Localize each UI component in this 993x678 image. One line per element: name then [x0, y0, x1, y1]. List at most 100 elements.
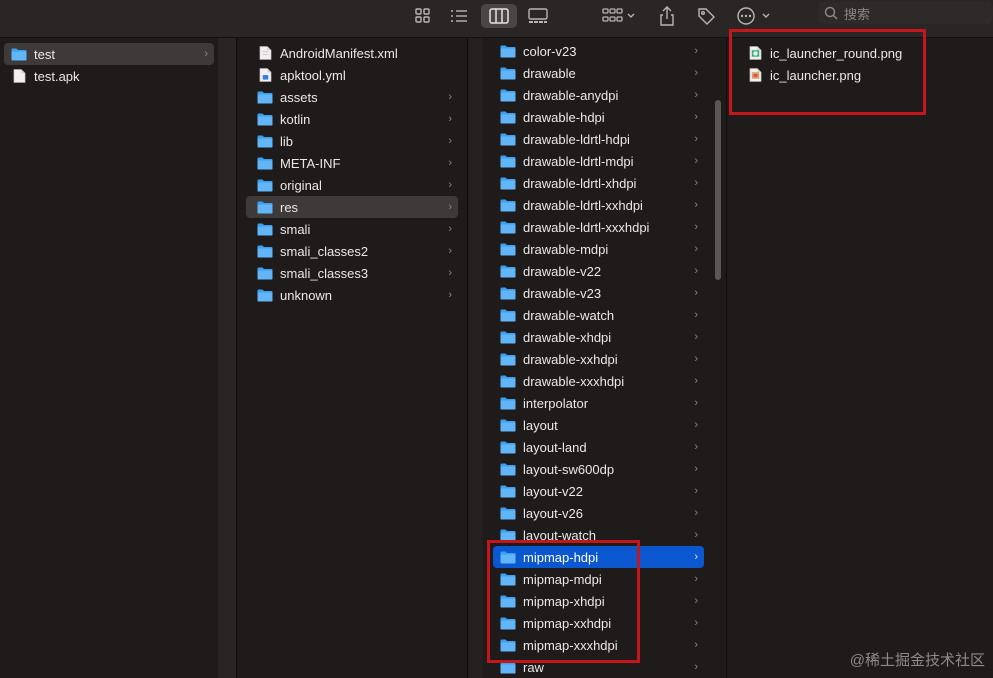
column3-item-label: mipmap-mdpi: [523, 571, 602, 587]
chevron-right-icon: ›: [204, 48, 208, 60]
column2-item[interactable]: AndroidManifest.xml: [246, 42, 458, 64]
column2-item[interactable]: lib ›: [246, 130, 458, 152]
share-icon: [660, 6, 674, 26]
column3-item[interactable]: mipmap-mdpi ›: [493, 568, 704, 590]
column4-item[interactable]: ic_launcher_round.png: [742, 42, 942, 64]
chevron-right-icon: ›: [694, 89, 698, 101]
column3-item[interactable]: layout-sw600dp ›: [493, 458, 704, 480]
column2-item[interactable]: apktool.yml: [246, 64, 458, 86]
column3-item[interactable]: layout ›: [493, 414, 704, 436]
column2-item-label: unknown: [280, 287, 333, 303]
column3-item[interactable]: drawable-v23 ›: [493, 282, 704, 304]
column4-item[interactable]: ic_launcher.png: [742, 64, 942, 86]
column3-item[interactable]: mipmap-xhdpi ›: [493, 590, 704, 612]
icon-view-button[interactable]: [410, 4, 436, 28]
folder-icon: [11, 48, 27, 60]
column-view-button[interactable]: [481, 4, 517, 28]
column3-item[interactable]: drawable-ldrtl-mdpi ›: [493, 150, 704, 172]
column3-item[interactable]: drawable-anydpi ›: [493, 84, 704, 106]
share-button[interactable]: [654, 4, 680, 28]
folder-icon: [500, 419, 516, 431]
folder-icon: [499, 373, 517, 389]
column3-item[interactable]: drawable-ldrtl-xhdpi ›: [493, 172, 704, 194]
column2-item[interactable]: smali_classes2 ›: [246, 240, 458, 262]
folder-icon: [499, 197, 517, 213]
folder-icon: [500, 265, 516, 277]
folder-icon: [499, 637, 517, 653]
column3-item-label: color-v23: [523, 43, 577, 59]
column2-item[interactable]: kotlin ›: [246, 108, 458, 130]
column2-item[interactable]: META-INF ›: [246, 152, 458, 174]
column3-item[interactable]: layout-v22 ›: [493, 480, 704, 502]
column3-item[interactable]: drawable-ldrtl-xxhdpi ›: [493, 194, 704, 216]
column2-item[interactable]: res ›: [246, 196, 458, 218]
column3-item-label: drawable-v23: [523, 285, 602, 301]
column2-item[interactable]: unknown ›: [246, 284, 458, 306]
column3-item[interactable]: mipmap-xxxhdpi ›: [493, 634, 704, 656]
column-res-scrollbar[interactable]: [715, 100, 721, 280]
column3-item[interactable]: layout-v26 ›: [493, 502, 704, 524]
chevron-right-icon: ›: [694, 529, 698, 541]
sidebar-item-label: test.apk: [34, 68, 80, 84]
column3-item[interactable]: drawable-xhdpi ›: [493, 326, 704, 348]
column3-item-label: mipmap-xhdpi: [523, 593, 605, 609]
more-actions-button[interactable]: [734, 4, 774, 28]
column3-item-label: raw: [523, 659, 544, 675]
folder-icon: [499, 417, 517, 433]
folder-icon: [500, 67, 516, 79]
chevron-right-icon: ›: [694, 199, 698, 211]
column3-item[interactable]: mipmap-xxhdpi ›: [493, 612, 704, 634]
column-view-icon: [489, 8, 509, 24]
gallery-view-icon: [528, 8, 548, 23]
gallery-view-button[interactable]: [524, 4, 552, 28]
column3-item[interactable]: layout-watch ›: [493, 524, 704, 546]
sidebar-item-label: test: [34, 46, 55, 62]
column3-item[interactable]: raw ›: [493, 656, 704, 678]
column3-item[interactable]: drawable-xxhdpi ›: [493, 348, 704, 370]
list-view-button[interactable]: [446, 4, 472, 28]
column3-item[interactable]: drawable-ldrtl-xxxhdpi ›: [493, 216, 704, 238]
folder-icon: [499, 263, 517, 279]
folder-icon: [10, 46, 28, 62]
column2-item[interactable]: smali_classes3 ›: [246, 262, 458, 284]
list-view-icon: [451, 10, 467, 22]
column3-item[interactable]: drawable-ldrtl-hdpi ›: [493, 128, 704, 150]
search-field[interactable]: 搜索: [818, 2, 993, 24]
tag-button[interactable]: [692, 4, 720, 28]
file-icon: [746, 45, 764, 61]
column3-item[interactable]: color-v23 ›: [493, 40, 704, 62]
column3-item[interactable]: drawable-mdpi ›: [493, 238, 704, 260]
column3-item[interactable]: interpolator ›: [493, 392, 704, 414]
folder-icon: [499, 351, 517, 367]
folder-icon: [500, 45, 516, 57]
column3-item[interactable]: drawable-watch ›: [493, 304, 704, 326]
column3-item-label: mipmap-xxxhdpi: [523, 637, 618, 653]
chevron-right-icon: ›: [448, 245, 452, 257]
png-round-file-icon: [749, 46, 761, 60]
column3-item[interactable]: drawable-xxxhdpi ›: [493, 370, 704, 392]
column3-item[interactable]: layout-land ›: [493, 436, 704, 458]
column3-item-label: drawable-ldrtl-mdpi: [523, 153, 634, 169]
column2-item[interactable]: assets ›: [246, 86, 458, 108]
column2-item-label: lib: [280, 133, 294, 149]
column3-item[interactable]: drawable ›: [493, 62, 704, 84]
folder-icon: [500, 155, 516, 167]
column2-item[interactable]: smali ›: [246, 218, 458, 240]
sidebar-item[interactable]: test ›: [4, 43, 214, 65]
xml-file-icon: [259, 46, 271, 60]
column3-item[interactable]: drawable-v22 ›: [493, 260, 704, 282]
column-res: color-v23 › drawable › drawable-anydpi › drawa…: [469, 38, 727, 678]
column3-item[interactable]: mipmap-hdpi ›: [493, 546, 704, 568]
folder-icon: [256, 133, 274, 149]
folder-icon: [500, 595, 516, 607]
folder-icon: [499, 615, 517, 631]
column2-item[interactable]: original ›: [246, 174, 458, 196]
folder-icon: [257, 135, 273, 147]
folder-icon: [257, 179, 273, 191]
chevron-right-icon: ›: [694, 485, 698, 497]
folder-icon: [499, 505, 517, 521]
group-button[interactable]: [598, 4, 640, 28]
sidebar-item[interactable]: test.apk: [4, 65, 214, 87]
png-file-icon: [749, 68, 761, 82]
column3-item[interactable]: drawable-hdpi ›: [493, 106, 704, 128]
